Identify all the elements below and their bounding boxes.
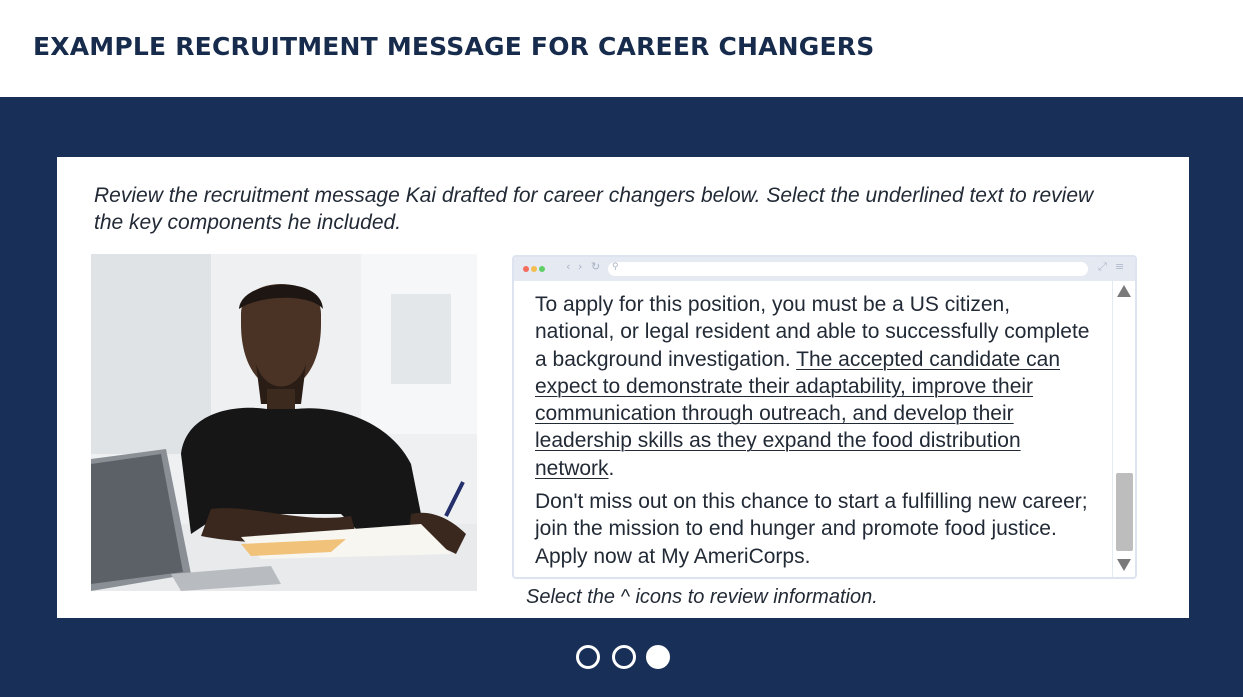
scroll-up-arrow-icon[interactable]	[1117, 285, 1131, 297]
page-title: EXAMPLE RECRUITMENT MESSAGE FOR CAREER C…	[33, 32, 875, 61]
pager-dot-1[interactable]	[576, 645, 600, 669]
url-bar: ⚲	[608, 261, 1088, 276]
page-header: EXAMPLE RECRUITMENT MESSAGE FOR CAREER C…	[0, 0, 1243, 97]
instructions-text: Review the recruitment message Kai draft…	[94, 184, 1094, 234]
message-paragraph-call-to-action: Don't miss out on this chance to start a…	[535, 490, 1088, 568]
browser-window: ‹ › ↻ ⚲ ⤢ ≡ To apply for this position, …	[512, 255, 1137, 579]
scroll-down-arrow-icon[interactable]	[1117, 559, 1131, 571]
content-card: Review the recruitment message Kai draft…	[57, 157, 1189, 618]
search-icon: ⚲	[612, 261, 619, 271]
pager-dot-2[interactable]	[612, 645, 636, 669]
pager-dot-3[interactable]	[646, 645, 670, 669]
message-content: To apply for this position, you must be …	[535, 291, 1095, 576]
scrollbar[interactable]	[1112, 281, 1135, 577]
hint-text: Select the ^ icons to review information…	[526, 586, 878, 608]
photo-illustration	[91, 254, 477, 591]
message-paragraph-requirements: To apply for this position, you must be …	[535, 291, 1095, 482]
menu-icon: ≡	[1115, 260, 1125, 273]
scroll-thumb[interactable]	[1116, 473, 1133, 551]
period-text: .	[608, 456, 615, 480]
reload-icon: ↻	[591, 260, 601, 273]
browser-toolbar: ‹ › ↻ ⚲ ⤢ ≡	[514, 257, 1135, 281]
forward-icon: ›	[578, 260, 583, 273]
maximize-dot-icon	[539, 266, 545, 272]
content-stage: Review the recruitment message Kai draft…	[0, 97, 1243, 697]
student-photo	[91, 254, 477, 591]
expand-icon: ⤢	[1098, 260, 1107, 273]
close-dot-icon	[523, 266, 529, 272]
back-icon: ‹	[566, 260, 571, 273]
minimize-dot-icon	[531, 266, 537, 272]
